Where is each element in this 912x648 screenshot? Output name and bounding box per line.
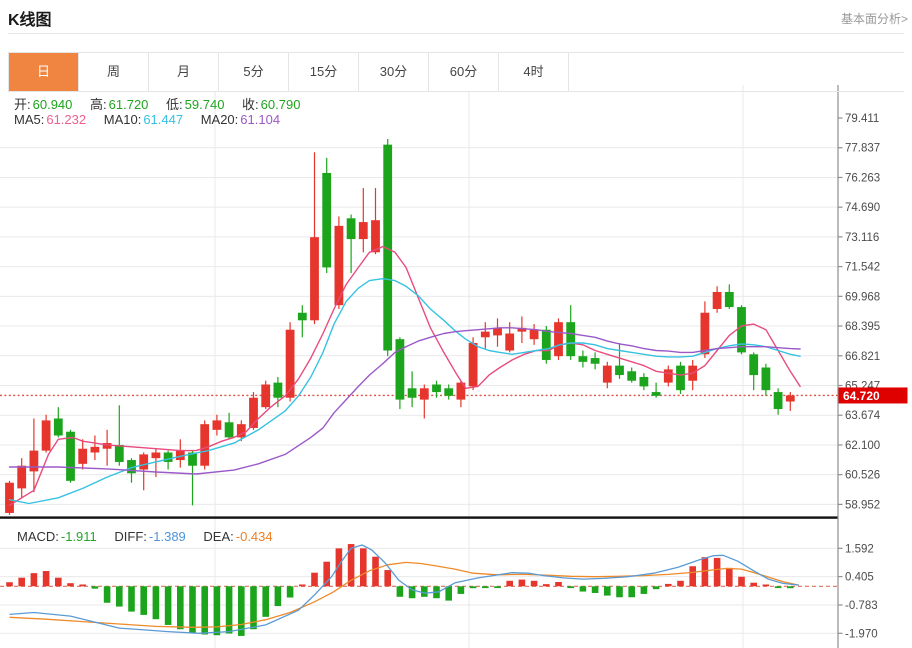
axis-tick-label: 77.837 (845, 143, 880, 155)
axis-tick-label: -0.783 (845, 600, 878, 612)
candles (5, 139, 795, 515)
panel-divider (0, 516, 838, 518)
ma5-value: MA5:61.232 (14, 112, 86, 127)
tab-4hour[interactable]: 4时 (499, 53, 569, 91)
diff-value: DIFF:-1.389 (114, 529, 185, 544)
open-value: 开:60.940 (14, 97, 72, 112)
candle-panel (0, 139, 838, 519)
price-axis: 79.411 77.837 76.263 74.690 73.116 71.542 69.9… (838, 85, 908, 648)
page-title: K线图 (8, 6, 52, 30)
fundamental-analysis-link[interactable]: 基本面分析> (841, 10, 908, 27)
axis-tick-label: 1.592 (845, 543, 874, 555)
tab-week[interactable]: 周 (79, 53, 149, 91)
dea-value: DEA:-0.434 (203, 529, 272, 544)
axis-tick-label: 73.116 (845, 232, 879, 244)
tab-60min[interactable]: 60分 (429, 53, 499, 91)
macd-legend: MACD:-1.911 DIFF:-1.389 DEA:-0.434 (17, 529, 287, 544)
axis-tick-label: 66.821 (845, 351, 880, 363)
axis-tick-label: 74.690 (845, 202, 880, 214)
axis-tick-label: -1.970 (845, 628, 878, 640)
ma-legend: MA5:61.232 MA10:61.447 MA20:61.104 (14, 112, 294, 127)
period-tabbar: 日 周 月 5分 15分 30分 60分 4时 (8, 52, 904, 92)
axis-tick-label: 63.674 (845, 410, 881, 422)
ma20-line (10, 328, 801, 474)
dea-line (10, 562, 799, 627)
ohlc-legend: 开:60.940 高:61.720 低:59.740 收:60.790 (14, 94, 314, 113)
tab-month[interactable]: 月 (149, 53, 219, 91)
macd-panel (0, 544, 838, 636)
ma10-value: MA10:61.447 (104, 112, 183, 127)
axis-tick-label: 69.968 (845, 291, 880, 303)
axis-tick-label: 68.395 (845, 321, 880, 333)
axis-tick-label: 76.263 (845, 172, 880, 184)
macd-value: MACD:-1.911 (17, 529, 97, 544)
tab-30min[interactable]: 30分 (359, 53, 429, 91)
high-value: 高:61.720 (90, 97, 148, 112)
axis-tick-label: 79.411 (845, 113, 879, 125)
ma20-value: MA20:61.104 (201, 112, 280, 127)
low-value: 低:59.740 (166, 97, 224, 112)
header-divider (8, 33, 904, 34)
tab-15min[interactable]: 15分 (289, 53, 359, 91)
last-price-tag-label: 64.720 (843, 389, 880, 403)
tab-5min[interactable]: 5分 (219, 53, 289, 91)
axis-tick-label: 62.100 (845, 440, 880, 452)
axis-tick-label: 60.526 (845, 470, 880, 482)
axis-tick-label: 58.952 (845, 499, 880, 511)
diff-line (10, 545, 799, 633)
axis-tick-label: 0.405 (845, 572, 874, 584)
macd-histogram (6, 544, 793, 636)
tab-day[interactable]: 日 (8, 53, 79, 91)
axis-tick-label: 71.542 (845, 262, 880, 274)
close-value: 收:60.790 (242, 97, 300, 112)
